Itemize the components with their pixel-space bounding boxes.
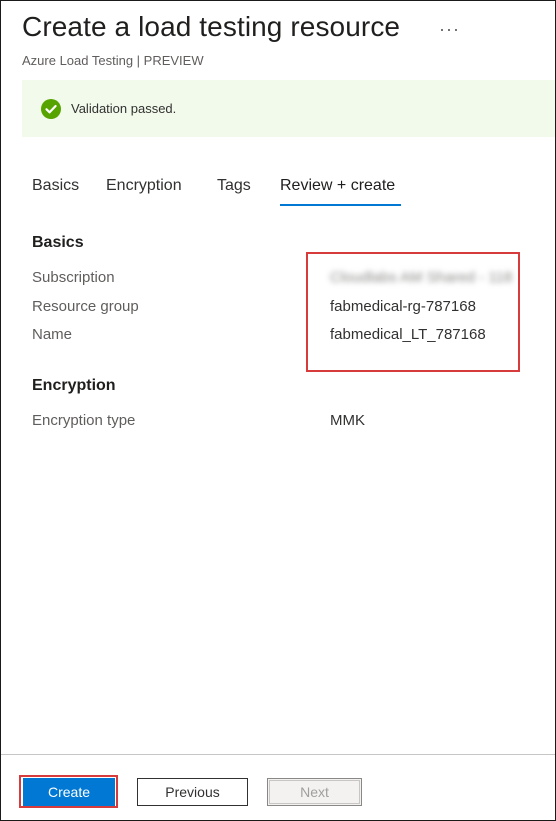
tab-basics[interactable]: Basics: [32, 177, 79, 195]
field-label-resource-group: Resource group: [32, 298, 139, 315]
validation-message: Validation passed.: [71, 101, 177, 116]
ellipsis-icon[interactable]: ···: [439, 19, 460, 40]
field-value-resource-group: fabmedical-rg-787168: [330, 298, 476, 315]
field-label-encryption-type: Encryption type: [32, 412, 136, 429]
field-value-name: fabmedical_LT_787168: [330, 326, 486, 343]
page-title: Create a load testing resource: [22, 11, 401, 42]
create-button[interactable]: Create: [23, 778, 115, 806]
previous-button[interactable]: Previous: [137, 778, 248, 806]
tab-tags[interactable]: Tags: [217, 177, 251, 195]
blade-panel: Create a load testing resource ··· Azure…: [0, 0, 556, 821]
page-subtitle: Azure Load Testing | PREVIEW: [22, 53, 204, 68]
next-button[interactable]: Next: [267, 778, 362, 806]
field-value-subscription: Cloudlabs AM Shared - 118: [330, 269, 513, 286]
field-label-subscription: Subscription: [32, 269, 115, 286]
field-value-encryption-type: MMK: [330, 412, 365, 429]
tab-review-create[interactable]: Review + create: [280, 177, 395, 195]
footer-divider: [1, 754, 555, 755]
wizard-tabs: Basics Encryption Tags Review + create: [1, 171, 555, 209]
validation-banner: Validation passed.: [22, 80, 555, 137]
field-label-name: Name: [32, 326, 73, 343]
active-tab-indicator: [280, 204, 401, 206]
section-title-encryption: Encryption: [32, 377, 116, 394]
tab-encryption[interactable]: Encryption: [106, 177, 182, 195]
check-circle-icon: [41, 99, 61, 119]
section-title-basics: Basics: [32, 234, 84, 251]
